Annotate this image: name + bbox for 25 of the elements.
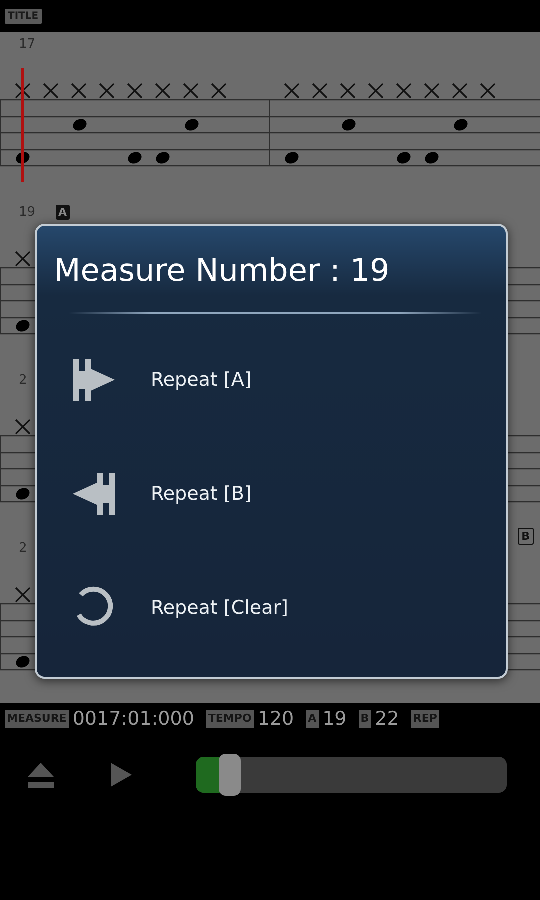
- play-button[interactable]: [110, 762, 133, 788]
- bracket-arrow-left-icon: [73, 473, 115, 515]
- eject-button[interactable]: [27, 761, 55, 789]
- menu-item[interactable]: Repeat [Clear]: [37, 551, 506, 665]
- measure-number: 2: [19, 372, 28, 388]
- measure-number: 19: [19, 204, 36, 220]
- status-label: B: [358, 710, 372, 728]
- status-label: TEMPO: [206, 710, 254, 728]
- repeat-marker: A: [56, 204, 70, 220]
- status-value: 120: [258, 708, 294, 730]
- position-slider[interactable]: [196, 757, 507, 793]
- slider-thumb[interactable]: [219, 754, 242, 796]
- repeat-marker: B: [518, 528, 534, 545]
- measure-number: 17: [19, 36, 36, 52]
- dialog-title: Measure Number : 19: [54, 252, 390, 290]
- measure-number: 2: [19, 540, 28, 556]
- bracket-arrow-right-icon: [73, 359, 115, 401]
- status-value: 22: [375, 708, 400, 730]
- menu-item[interactable]: Repeat [A]: [37, 323, 506, 437]
- status-value: 0017:01:000: [72, 708, 194, 730]
- menu-item[interactable]: Repeat [B]: [37, 437, 506, 551]
- status-label: A: [306, 710, 319, 728]
- status-value: 19: [322, 708, 347, 730]
- status-label: MEASURE: [5, 710, 69, 728]
- status-label: REP: [411, 710, 440, 728]
